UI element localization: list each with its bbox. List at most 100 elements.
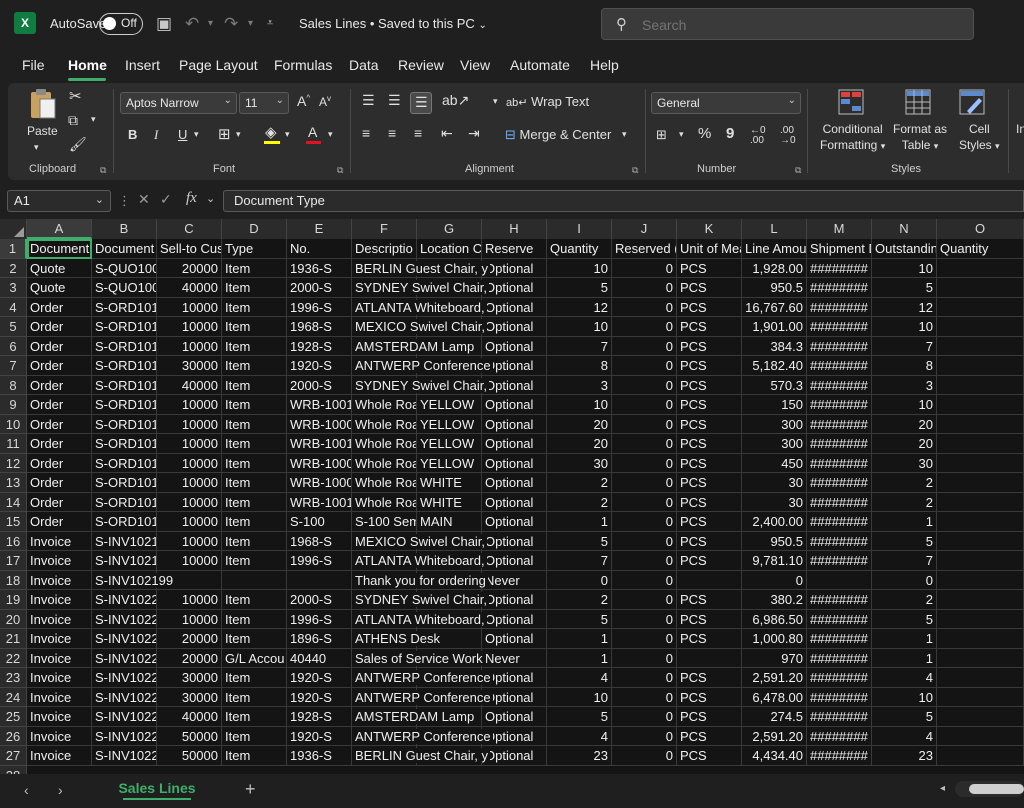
cell-m13[interactable]: ######## [807,473,872,493]
cell-e12[interactable]: WRB-1000 [287,453,352,473]
borders-dropdown-icon[interactable]: ▾ [236,129,241,140]
cancel-icon[interactable]: ✕ [138,191,150,208]
fill-color-dropdown-icon[interactable]: ▾ [285,129,290,140]
cell-n4[interactable]: 12 [872,297,937,317]
cell-f19[interactable]: SYDNEY Swivel Chair, [352,590,489,610]
cell-j4[interactable]: 0 [612,297,677,317]
merge-dropdown-icon[interactable]: ▾ [622,129,627,140]
cell-f18[interactable]: Thank you for ordering [352,570,488,590]
cell-c20[interactable]: 10000 [157,609,222,629]
column-header-d[interactable]: D [222,219,287,239]
cell-l10[interactable]: 300 [742,414,807,434]
cell-j23[interactable]: 0 [612,668,677,688]
cell-l6[interactable]: 384.3 [742,336,807,356]
cell-d24[interactable]: Item [222,687,287,707]
cell-o7[interactable] [937,356,1024,376]
cell-o4[interactable] [937,297,1024,317]
document-title[interactable]: Sales Lines • Saved to this PC ⌄ [299,16,487,31]
cell-n8[interactable]: 3 [872,375,937,395]
cell-b21[interactable]: S-INV1022 [92,629,157,649]
cell-n14[interactable]: 2 [872,492,937,512]
cell-j11[interactable]: 0 [612,434,677,454]
cell-a2[interactable]: Quote [27,258,92,278]
cell-a7[interactable]: Order [27,356,92,376]
cell-n3[interactable]: 5 [872,278,937,298]
cell-l25[interactable]: 274.5 [742,707,807,727]
cell-o17[interactable] [937,551,1024,571]
wrap-text-button[interactable]: ab↵ Wrap Text [506,94,589,109]
scrollbar-thumb[interactable] [969,784,1024,794]
cell-b19[interactable]: S-INV1022 [92,590,157,610]
cell-a20[interactable]: Invoice [27,609,92,629]
conditional-formatting-icon[interactable] [838,89,864,115]
row-header[interactable]: 18 [0,570,27,590]
cell-o3[interactable] [937,278,1024,298]
cell-o19[interactable] [937,590,1024,610]
row-header[interactable]: 17 [0,551,27,571]
column-header-m[interactable]: M [807,219,872,239]
cell-f10[interactable]: Whole Roa [352,414,417,434]
cell-o24[interactable] [937,687,1024,707]
cell-l16[interactable]: 950.5 [742,531,807,551]
cell-j25[interactable]: 0 [612,707,677,727]
cell-b27[interactable]: S-INV1022 [92,746,157,766]
align-right-icon[interactable]: ≡ [414,125,422,141]
top-align-icon[interactable]: ☰ [362,92,375,109]
cell-c26[interactable]: 50000 [157,726,222,746]
cell-o20[interactable] [937,609,1024,629]
copy-dropdown-icon[interactable]: ▾ [91,114,96,125]
cell-o16[interactable] [937,531,1024,551]
cell-o21[interactable] [937,629,1024,649]
cell-g11[interactable]: YELLOW [417,434,482,454]
cell-i5[interactable]: 10 [547,317,612,337]
cell-b4[interactable]: S-ORD101 [92,297,157,317]
tab-formulas[interactable]: Formulas [274,57,332,73]
cell-k27[interactable]: PCS [677,746,742,766]
cell-b18[interactable]: S-INV102199 [92,570,176,590]
tab-page-layout[interactable]: Page Layout [179,57,258,73]
cell-c13[interactable]: 10000 [157,473,222,493]
cell-h10[interactable]: Optional [482,414,547,434]
cell-k24[interactable]: PCS [677,687,742,707]
cell-h12[interactable]: Optional [482,453,547,473]
paste-button[interactable]: Paste [27,123,58,139]
cell-n2[interactable]: 10 [872,258,937,278]
undo-dropdown-icon[interactable]: ▾ [208,18,213,29]
cell-m19[interactable]: ######## [807,590,872,610]
search-box[interactable]: ⚲ [601,8,974,40]
cell-c17[interactable]: 10000 [157,551,222,571]
align-center-icon[interactable]: ≡ [388,125,396,141]
cell-i24[interactable]: 10 [547,687,612,707]
format-as-table-button[interactable]: Format as Table ▾ [893,121,947,154]
cell-e20[interactable]: 1996-S [287,609,352,629]
cell-e13[interactable]: WRB-1000 [287,473,352,493]
cell-j8[interactable]: 0 [612,375,677,395]
row-header[interactable]: 1 [0,239,27,259]
cell-l12[interactable]: 450 [742,453,807,473]
cell-d1[interactable]: Type [222,239,287,259]
cell-f23[interactable]: ANTWERP Conference [352,668,493,688]
font-size-select[interactable]: 11 ⌄ [239,92,289,114]
cell-k8[interactable]: PCS [677,375,742,395]
column-header-a[interactable]: A [27,219,92,239]
cell-o9[interactable] [937,395,1024,415]
customize-toolbar-icon[interactable]: ⩡ [267,17,273,30]
cell-j22[interactable]: 0 [612,648,677,668]
cell-a22[interactable]: Invoice [27,648,92,668]
cell-f12[interactable]: Whole Roa [352,453,417,473]
cell-i19[interactable]: 2 [547,590,612,610]
row-header[interactable]: 9 [0,395,27,415]
cell-o26[interactable] [937,726,1024,746]
cell-i12[interactable]: 30 [547,453,612,473]
cell-b11[interactable]: S-ORD101 [92,434,157,454]
cell-l18[interactable]: 0 [742,570,807,590]
cell-h17[interactable]: Optional [482,551,547,571]
search-input[interactable] [642,15,942,35]
cell-a15[interactable]: Order [27,512,92,532]
cell-i8[interactable]: 3 [547,375,612,395]
column-header-n[interactable]: N [872,219,937,239]
font-color-icon[interactable]: A [308,124,317,140]
cell-a21[interactable]: Invoice [27,629,92,649]
cell-e7[interactable]: 1920-S [287,356,352,376]
cell-i6[interactable]: 7 [547,336,612,356]
